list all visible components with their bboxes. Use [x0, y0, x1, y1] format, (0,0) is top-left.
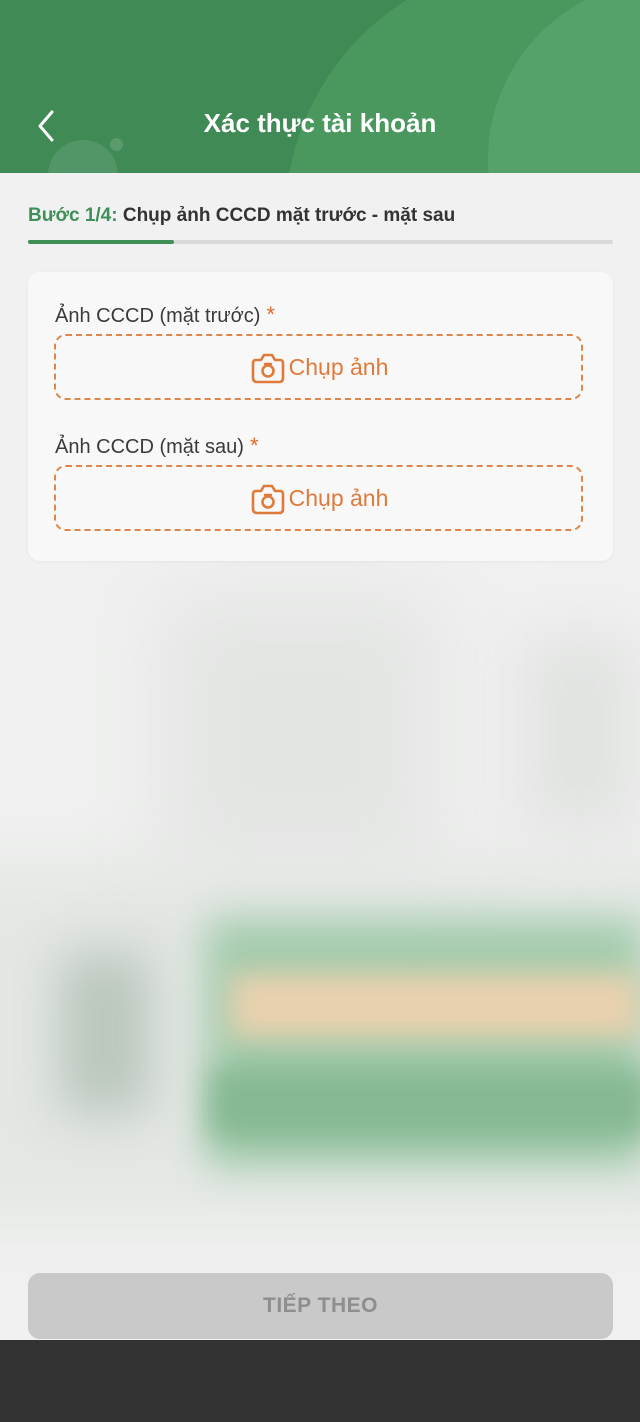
- back-photo-label-text: Ảnh CCCD (mặt sau): [55, 436, 244, 458]
- back-capture-label: Chụp ảnh: [288, 484, 389, 511]
- header-bar: Xác thực tài khoản: [0, 0, 640, 173]
- step-number: Bước 1/4:: [28, 205, 118, 226]
- back-capture-button[interactable]: Chụp ảnh: [54, 465, 583, 531]
- page-title: Xác thực tài khoản: [203, 108, 437, 138]
- required-mark: *: [266, 302, 275, 327]
- system-navigation-bar: [0, 1340, 640, 1422]
- next-button[interactable]: TIẾP THEO: [28, 1273, 613, 1339]
- step-indicator: Bước 1/4: Chụp ảnh CCCD mặt trước - mặt …: [28, 205, 455, 227]
- step-progress-bar: [28, 240, 613, 244]
- front-capture-button[interactable]: Chụp ảnh: [54, 334, 583, 400]
- back-photo-label: Ảnh CCCD (mặt sau) *: [55, 433, 259, 459]
- front-capture-label: Chụp ảnh: [288, 353, 389, 380]
- front-photo-label: Ảnh CCCD (mặt trước) *: [55, 302, 275, 328]
- step-progress-fill: [28, 240, 175, 244]
- step-description: Chụp ảnh CCCD mặt trước - mặt sau: [122, 205, 456, 226]
- camera-icon: [251, 353, 284, 384]
- header-decor-dot: [110, 138, 123, 151]
- id-photo-card: Ảnh CCCD (mặt trước) * Chụp ảnh Ảnh CCCD …: [28, 272, 613, 561]
- required-mark: *: [249, 433, 259, 458]
- front-photo-label-text: Ảnh CCCD (mặt trước): [55, 305, 261, 327]
- camera-icon: [251, 484, 284, 515]
